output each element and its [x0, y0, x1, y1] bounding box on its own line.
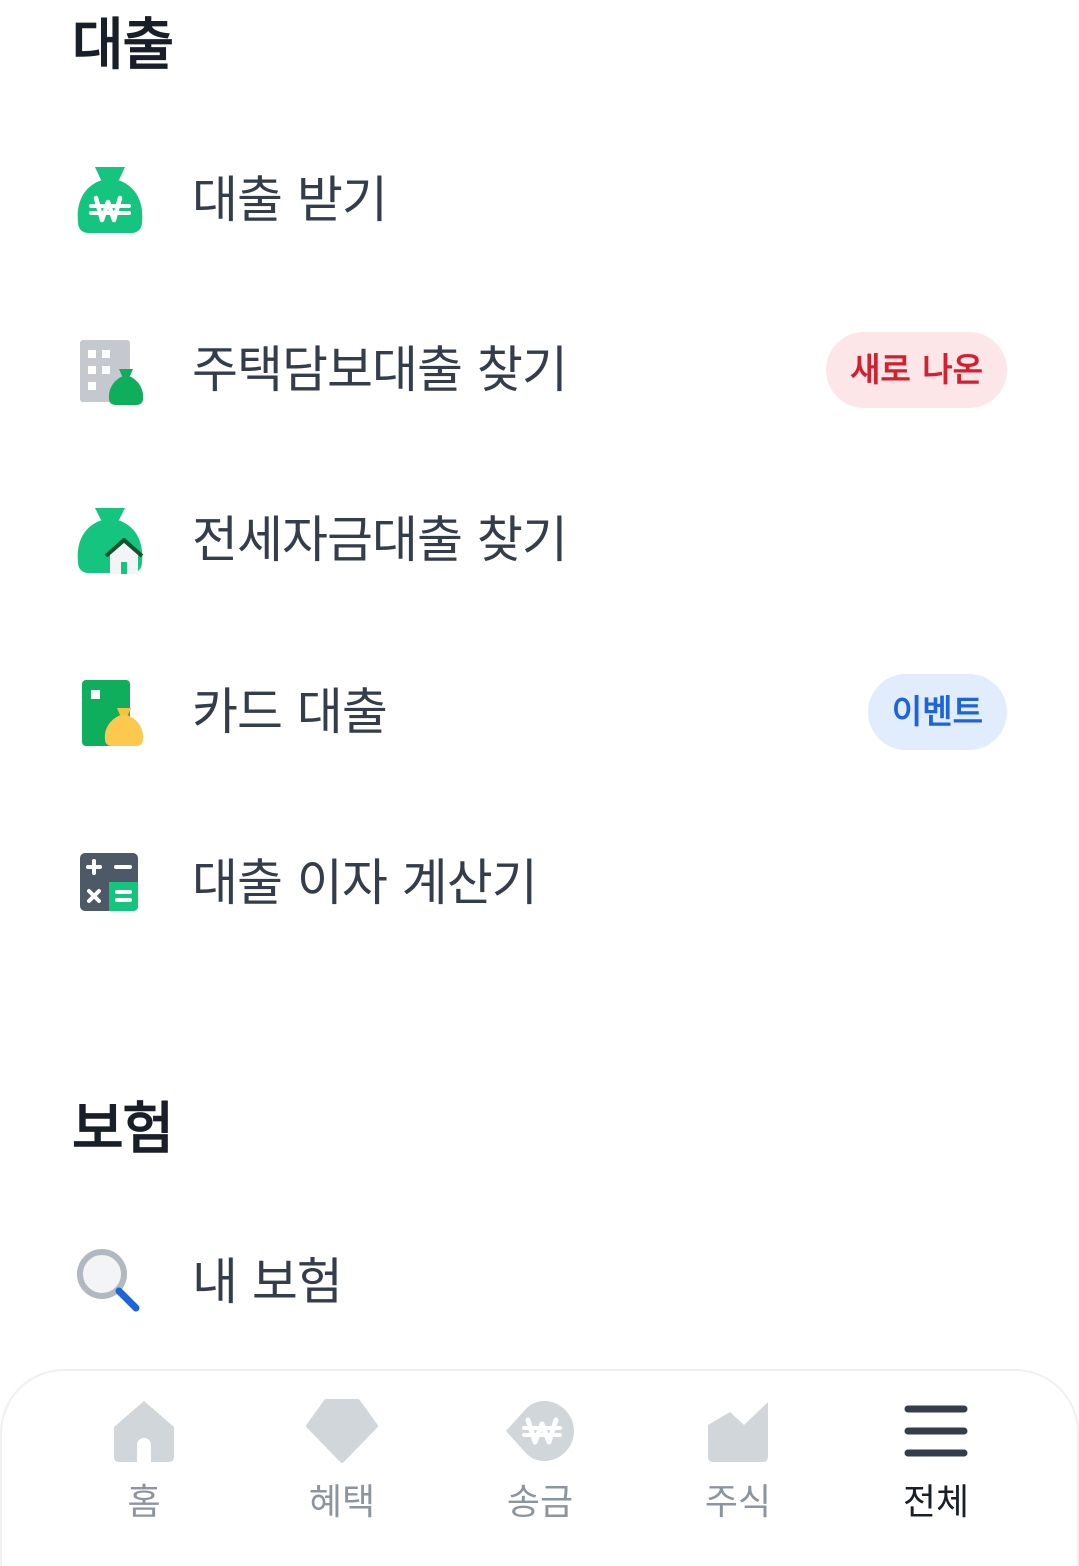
menu-item-mortgage-loan[interactable]: 주택담보대출 찾기 새로 나온 — [0, 310, 1079, 430]
menu-item-label: 대출 받기 — [192, 171, 388, 229]
menu-item-label: 내 보험 — [192, 1253, 343, 1311]
event-badge: 이벤트 — [867, 674, 1007, 750]
bottom-tab-bar: 홈 혜택 송금 주식 전체 — [0, 1369, 1079, 1566]
menu-icon — [900, 1395, 972, 1467]
tab-label: 혜택 — [308, 1482, 376, 1523]
menu-item-label: 카드 대출 — [192, 683, 388, 741]
calculator-icon — [72, 845, 148, 921]
tab-benefits[interactable]: 혜택 — [242, 1371, 442, 1566]
section-title-loan: 대출 — [72, 13, 174, 78]
tab-label: 주식 — [704, 1482, 772, 1523]
tab-all[interactable]: 전체 — [836, 1371, 1036, 1566]
menu-item-jeonse-loan[interactable]: 전세자금대출 찾기 — [0, 480, 1079, 600]
menu-item-label: 전세자금대출 찾기 — [192, 511, 568, 569]
tab-label: 홈 — [127, 1482, 161, 1523]
menu-item-label: 주택담보대출 찾기 — [192, 341, 568, 399]
tab-transfer[interactable]: 송금 — [440, 1371, 640, 1566]
menu-item-card-loan[interactable]: 카드 대출 이벤트 — [0, 652, 1079, 772]
stock-chart-icon — [702, 1395, 774, 1467]
tab-home[interactable]: 홈 — [44, 1371, 244, 1566]
card-money-bag-icon — [72, 674, 148, 750]
tab-stocks[interactable]: 주식 — [638, 1371, 838, 1566]
gem-icon — [306, 1395, 378, 1467]
menu-item-loan-interest-calculator[interactable]: 대출 이자 계산기 — [0, 823, 1079, 943]
money-bag-house-icon — [72, 502, 148, 578]
transfer-won-icon — [504, 1395, 576, 1467]
magnifier-icon — [72, 1244, 148, 1320]
menu-item-get-loan[interactable]: 대출 받기 — [0, 140, 1079, 260]
tab-label: 송금 — [506, 1482, 574, 1523]
all-menu-screen: 대출 대출 받기 주택담보대출 찾기 새로 나온 전세자금대출 찾기 카드 대출… — [0, 0, 1079, 1566]
menu-item-my-insurance[interactable]: 내 보험 — [0, 1222, 1079, 1342]
money-bag-won-icon — [72, 162, 148, 238]
home-icon — [108, 1395, 180, 1467]
menu-item-label: 대출 이자 계산기 — [192, 854, 538, 912]
tab-label: 전체 — [902, 1482, 970, 1523]
new-badge: 새로 나온 — [826, 332, 1007, 408]
building-money-bag-icon — [72, 332, 148, 408]
section-title-insurance: 보험 — [72, 1097, 174, 1162]
